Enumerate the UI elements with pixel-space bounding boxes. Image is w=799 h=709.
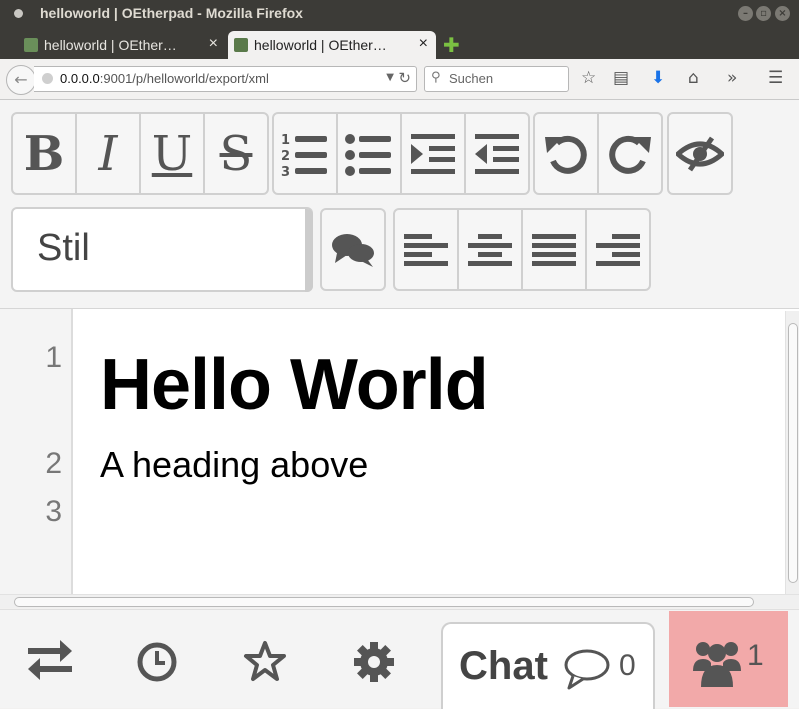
text-format-group: B I U S	[11, 112, 269, 195]
window-titlebar: helloworld | OEtherpad - Mozilla Firefox…	[0, 0, 799, 29]
unordered-list-button[interactable]	[338, 114, 402, 193]
speech-bubble-icon	[564, 649, 610, 690]
visibility-group	[667, 112, 733, 195]
authorship-colors-button[interactable]	[669, 114, 731, 193]
eye-slash-icon	[676, 136, 724, 171]
reload-icon[interactable]: ↻	[398, 69, 411, 87]
minimize-icon[interactable]: –	[738, 6, 753, 21]
text-line[interactable]: A heading above	[100, 444, 368, 486]
align-right-button[interactable]	[587, 210, 649, 289]
strikethrough-button[interactable]: S	[205, 114, 267, 193]
outdent-button[interactable]	[466, 114, 528, 193]
settings-gear-icon[interactable]	[352, 640, 396, 694]
horizontal-scrollbar[interactable]	[0, 594, 799, 608]
download-icon[interactable]: ⬇	[651, 68, 665, 88]
etherpad-favicon-icon	[234, 38, 248, 52]
list-group: 123	[272, 112, 530, 195]
vertical-scrollbar[interactable]	[785, 311, 799, 594]
url-bar[interactable]: 0.0.0.0:9001/p/helloworld/export/xml ▼ ↻	[34, 66, 417, 92]
close-tab-icon[interactable]: ×	[209, 35, 218, 53]
bold-button[interactable]: B	[13, 114, 77, 193]
users-button[interactable]: 1	[669, 611, 788, 707]
tab-active[interactable]: helloworld | OEther… ×	[228, 31, 436, 59]
align-center-icon	[468, 233, 512, 266]
window-title: helloworld | OEtherpad - Mozilla Firefox	[40, 5, 303, 21]
search-box[interactable]: ⚲ Suchen	[424, 66, 569, 92]
bookmark-star-icon[interactable]: ☆	[581, 68, 596, 88]
search-placeholder: Suchen	[449, 71, 494, 86]
style-select[interactable]: Stil	[11, 207, 313, 292]
home-icon[interactable]: ⌂	[688, 68, 699, 88]
url-text[interactable]: 0.0.0.0:9001/p/helloworld/export/xml	[60, 71, 269, 86]
outdent-icon	[475, 133, 519, 174]
align-left-button[interactable]	[395, 210, 459, 289]
tab-strip: helloworld | OEther… × helloworld | OEth…	[0, 29, 799, 59]
chat-count: 0	[619, 649, 636, 682]
redo-icon	[609, 135, 651, 174]
history-group	[533, 112, 663, 195]
indent-icon	[411, 133, 455, 174]
align-group	[393, 208, 651, 291]
ordered-list-button[interactable]: 123	[274, 114, 338, 193]
scroll-thumb[interactable]	[788, 323, 798, 583]
heading-line[interactable]: Hello World	[100, 344, 489, 426]
undo-icon	[545, 135, 587, 174]
indent-button[interactable]	[402, 114, 466, 193]
align-left-icon	[404, 233, 448, 266]
comments-icon	[332, 233, 374, 267]
window-menu-icon[interactable]	[14, 9, 23, 18]
users-icon	[693, 642, 741, 687]
comment-group	[320, 208, 386, 291]
bullet-list-icon	[345, 133, 391, 176]
back-arrow-icon[interactable]: ←	[6, 65, 36, 95]
tab-label: helloworld | OEther…	[254, 37, 387, 53]
search-icon: ⚲	[431, 70, 441, 85]
dropdown-arrow-icon[interactable]: ▼	[386, 72, 394, 83]
line-number: 2	[45, 447, 62, 480]
align-justify-icon	[532, 233, 576, 266]
comment-button[interactable]	[322, 210, 384, 289]
select-edge	[305, 209, 313, 292]
url-path: :9001/p/helloworld/export/xml	[99, 71, 269, 86]
users-count: 1	[747, 639, 764, 672]
import-export-icon[interactable]	[26, 640, 74, 690]
align-justify-button[interactable]	[523, 210, 587, 289]
svg-text:2: 2	[281, 149, 290, 164]
line-number: 1	[45, 341, 62, 374]
timeslider-clock-icon[interactable]	[136, 641, 178, 693]
align-center-button[interactable]	[459, 210, 523, 289]
maximize-icon[interactable]: ▫	[756, 6, 771, 21]
italic-button[interactable]: I	[77, 114, 141, 193]
line-number-gutter: 1 2 3	[0, 309, 73, 595]
redo-button[interactable]	[599, 114, 661, 193]
undo-button[interactable]	[535, 114, 599, 193]
globe-icon	[42, 73, 53, 84]
close-window-icon[interactable]: ×	[775, 6, 790, 21]
url-host: 0.0.0.0	[60, 71, 100, 86]
close-tab-icon[interactable]: ×	[419, 35, 428, 53]
align-right-icon	[596, 233, 640, 266]
underline-button[interactable]: U	[141, 114, 205, 193]
overflow-chevron-icon[interactable]: »	[727, 68, 737, 88]
new-tab-icon[interactable]: ✚	[443, 33, 460, 57]
scroll-thumb[interactable]	[14, 597, 754, 607]
chat-label: Chat	[459, 644, 548, 688]
etherpad-favicon-icon	[24, 38, 38, 52]
tab-label: helloworld | OEther…	[44, 37, 177, 53]
line-number: 3	[45, 495, 62, 528]
svg-text:3: 3	[281, 165, 290, 178]
chat-button[interactable]: Chat 0	[441, 622, 655, 709]
tab-inactive[interactable]: helloworld | OEther… ×	[18, 31, 226, 59]
ordered-list-icon: 123	[281, 133, 327, 178]
hamburger-menu-icon[interactable]: ☰	[768, 68, 783, 88]
style-select-label: Stil	[37, 227, 90, 269]
reading-list-icon[interactable]: ▤	[613, 68, 629, 88]
star-icon[interactable]	[243, 640, 287, 692]
svg-text:1: 1	[281, 133, 290, 148]
editor-toolbar: B I U S 123 Stil	[0, 100, 799, 310]
